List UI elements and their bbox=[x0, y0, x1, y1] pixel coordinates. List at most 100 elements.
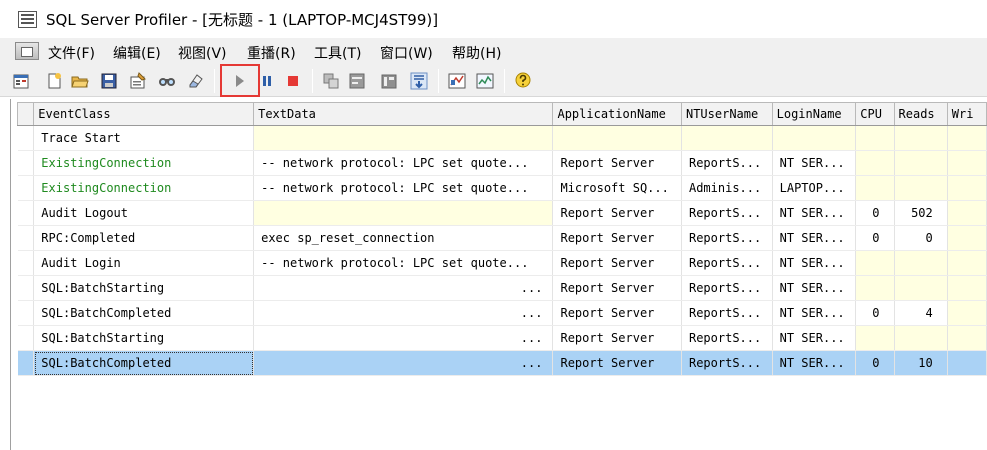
help-icon[interactable] bbox=[514, 72, 532, 90]
table-row[interactable]: SQL:BatchStarting... Report Server ReportS… bbox=[17, 275, 987, 301]
trace-grid[interactable]: EventClass TextData ApplicationName NTUs… bbox=[10, 99, 987, 450]
mdi-document-icon[interactable] bbox=[15, 42, 39, 60]
cell-app[interactable]: Report Server bbox=[552, 275, 682, 301]
cell-text[interactable]: ... bbox=[253, 325, 554, 351]
cell-ntuser[interactable]: ReportS... bbox=[681, 325, 773, 351]
row-selector[interactable] bbox=[17, 350, 35, 376]
table-row[interactable]: Audit Login -- network protocol: LPC set … bbox=[17, 250, 987, 276]
cell-login[interactable]: NT SER... bbox=[772, 225, 857, 251]
cell-text[interactable]: ... bbox=[253, 275, 554, 301]
cell-writes[interactable] bbox=[947, 225, 987, 251]
cell-reads[interactable]: 502 bbox=[894, 200, 948, 226]
cell-event[interactable]: Trace Start bbox=[33, 125, 255, 151]
cell-ntuser[interactable]: ReportS... bbox=[681, 150, 773, 176]
cell-login[interactable]: NT SER... bbox=[772, 300, 857, 326]
cell-cpu[interactable]: 0 bbox=[855, 300, 895, 326]
scroll-icon[interactable] bbox=[410, 72, 428, 90]
stop-trace-icon[interactable] bbox=[284, 72, 302, 90]
row-selector-header[interactable] bbox=[16, 102, 35, 126]
cell-login[interactable]: LAPTOP... bbox=[772, 175, 857, 201]
auto-scroll-icon[interactable] bbox=[322, 72, 340, 90]
cell-ntuser[interactable]: ReportS... bbox=[681, 300, 773, 326]
cell-app[interactable]: Report Server bbox=[552, 350, 682, 376]
cell-app[interactable]: Report Server bbox=[552, 300, 682, 326]
cell-reads[interactable] bbox=[894, 275, 948, 301]
menu-help[interactable]: 帮助(H) bbox=[452, 43, 501, 63]
cell-login[interactable]: NT SER... bbox=[772, 250, 857, 276]
row-selector[interactable] bbox=[17, 150, 35, 176]
find-icon[interactable] bbox=[158, 72, 176, 90]
cell-login[interactable] bbox=[772, 125, 857, 151]
cell-cpu[interactable] bbox=[855, 125, 895, 151]
cell-writes[interactable] bbox=[947, 175, 987, 201]
cell-reads[interactable]: 10 bbox=[894, 350, 948, 376]
cell-login[interactable]: NT SER... bbox=[772, 275, 857, 301]
row-selector[interactable] bbox=[17, 250, 35, 276]
cell-ntuser[interactable]: ReportS... bbox=[681, 275, 773, 301]
cell-app[interactable]: Report Server bbox=[552, 200, 682, 226]
cell-app[interactable]: Report Server bbox=[552, 225, 682, 251]
new-trace-icon[interactable] bbox=[12, 72, 30, 90]
clear-icon[interactable] bbox=[186, 72, 204, 90]
column-header[interactable]: CPU bbox=[855, 102, 895, 126]
cell-cpu[interactable] bbox=[855, 275, 895, 301]
row-selector[interactable] bbox=[17, 225, 35, 251]
cell-reads[interactable] bbox=[894, 325, 948, 351]
cell-event[interactable]: Audit Login bbox=[33, 250, 255, 276]
cell-login[interactable]: NT SER... bbox=[772, 200, 857, 226]
column-header[interactable]: Wri bbox=[946, 102, 987, 126]
cell-ntuser[interactable]: ReportS... bbox=[681, 200, 773, 226]
cell-text[interactable]: exec sp_reset_connection bbox=[253, 225, 554, 251]
cell-app[interactable]: Report Server bbox=[552, 250, 682, 276]
menu-file[interactable]: 文件(F) bbox=[48, 43, 95, 63]
cell-text[interactable]: -- network protocol: LPC set quote... bbox=[253, 175, 554, 201]
table-row[interactable]: SQL:BatchCompleted... Report Server Report… bbox=[17, 350, 987, 376]
cell-reads[interactable] bbox=[894, 175, 948, 201]
cell-event[interactable]: ExistingConnection bbox=[33, 175, 255, 201]
cell-ntuser[interactable]: ReportS... bbox=[681, 225, 773, 251]
menu-view[interactable]: 视图(V) bbox=[178, 43, 227, 63]
cell-writes[interactable] bbox=[947, 275, 987, 301]
cell-text[interactable]: ... bbox=[253, 300, 554, 326]
cell-event[interactable]: SQL:BatchStarting bbox=[33, 325, 255, 351]
column-header[interactable]: LoginName bbox=[771, 102, 857, 126]
cell-event[interactable]: Audit Logout bbox=[33, 200, 255, 226]
cell-text[interactable]: -- network protocol: LPC set quote... bbox=[253, 250, 554, 276]
menu-edit[interactable]: 编辑(E) bbox=[113, 43, 161, 63]
cell-app[interactable]: Report Server bbox=[552, 150, 682, 176]
cell-reads[interactable] bbox=[894, 125, 948, 151]
menu-replay[interactable]: 重播(R) bbox=[247, 43, 296, 63]
table-row[interactable]: RPC:Completed exec sp_reset_connection Rep… bbox=[17, 225, 987, 251]
pause-trace-icon[interactable] bbox=[260, 72, 278, 90]
cell-app[interactable]: Microsoft SQ... bbox=[552, 175, 682, 201]
row-selector[interactable] bbox=[17, 325, 35, 351]
table-row[interactable]: ExistingConnection -- network protocol: L… bbox=[17, 150, 987, 176]
cell-reads[interactable] bbox=[894, 250, 948, 276]
menu-tools[interactable]: 工具(T) bbox=[314, 43, 361, 63]
cell-writes[interactable] bbox=[947, 300, 987, 326]
cell-event[interactable]: RPC:Completed bbox=[33, 225, 255, 251]
table-row[interactable]: SQL:BatchStarting... Report Server ReportS… bbox=[17, 325, 987, 351]
row-selector[interactable] bbox=[17, 125, 35, 151]
cell-writes[interactable] bbox=[947, 325, 987, 351]
row-selector[interactable] bbox=[17, 200, 35, 226]
cell-text[interactable] bbox=[253, 200, 554, 226]
save-icon[interactable] bbox=[100, 72, 118, 90]
cell-writes[interactable] bbox=[947, 125, 987, 151]
cell-writes[interactable] bbox=[947, 250, 987, 276]
cell-event[interactable]: SQL:BatchStarting bbox=[33, 275, 255, 301]
grouped-view-icon[interactable] bbox=[348, 72, 366, 90]
cell-app[interactable]: Report Server bbox=[552, 325, 682, 351]
cell-event[interactable]: SQL:BatchCompleted bbox=[33, 300, 255, 326]
row-selector[interactable] bbox=[17, 300, 35, 326]
cell-writes[interactable] bbox=[947, 200, 987, 226]
cell-ntuser[interactable] bbox=[681, 125, 773, 151]
properties-icon[interactable] bbox=[129, 72, 147, 90]
cell-reads[interactable]: 0 bbox=[894, 225, 948, 251]
cell-login[interactable]: NT SER... bbox=[772, 350, 857, 376]
cell-text[interactable]: ... bbox=[253, 350, 554, 376]
cell-cpu[interactable]: 0 bbox=[855, 200, 895, 226]
cell-app[interactable] bbox=[552, 125, 682, 151]
table-row[interactable]: SQL:BatchCompleted... Report Server Report… bbox=[17, 300, 987, 326]
cell-ntuser[interactable]: Adminis... bbox=[681, 175, 773, 201]
